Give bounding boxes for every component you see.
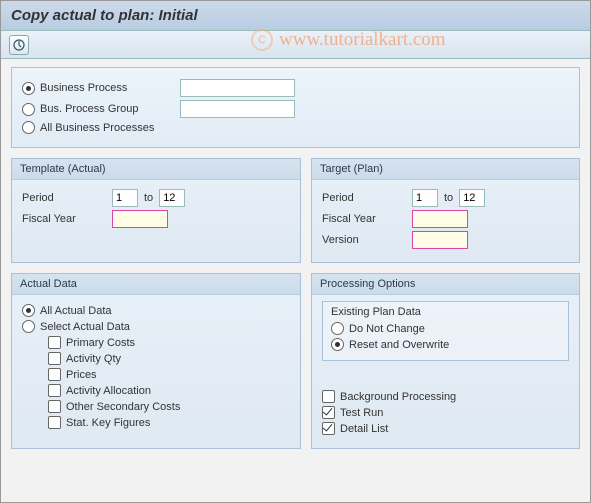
label-activity-allocation: Activity Allocation — [66, 385, 151, 397]
check-primary-costs[interactable] — [48, 336, 61, 349]
input-target-version[interactable] — [412, 231, 468, 249]
label-background-processing: Background Processing — [340, 391, 456, 403]
execute-button[interactable] — [9, 35, 29, 55]
label-target-version: Version — [322, 234, 412, 246]
label-business-process: Business Process — [40, 82, 180, 94]
label-template-period: Period — [22, 192, 112, 204]
label-other-secondary: Other Secondary Costs — [66, 401, 180, 413]
group-actual-data: Actual Data All Actual Data Select Actua… — [11, 273, 301, 449]
group-processing-title: Processing Options — [312, 274, 579, 295]
group-template-title: Template (Actual) — [12, 159, 300, 180]
check-other-secondary[interactable] — [48, 400, 61, 413]
input-template-period-to[interactable] — [159, 189, 185, 207]
input-template-fiscal-year[interactable] — [112, 210, 168, 228]
frame-existing-plan-data: Existing Plan Data Do Not Change Reset a… — [322, 301, 569, 361]
radio-all-business-processes[interactable] — [22, 121, 35, 134]
label-prices: Prices — [66, 369, 97, 381]
check-detail-list[interactable] — [322, 422, 335, 435]
group-processing-options: Processing Options Existing Plan Data Do… — [311, 273, 580, 449]
input-target-period-to[interactable] — [459, 189, 485, 207]
window-title: Copy actual to plan: Initial — [1, 1, 590, 31]
check-prices[interactable] — [48, 368, 61, 381]
label-reset-overwrite: Reset and Overwrite — [349, 339, 449, 351]
radio-bus-process-group[interactable] — [22, 103, 35, 116]
label-template-to: to — [144, 192, 153, 204]
label-template-fiscal-year: Fiscal Year — [22, 213, 112, 225]
label-select-actual-data: Select Actual Data — [40, 321, 130, 333]
input-business-process[interactable] — [180, 79, 295, 97]
label-primary-costs: Primary Costs — [66, 337, 135, 349]
label-stat-key: Stat. Key Figures — [66, 417, 150, 429]
group-target-plan: Target (Plan) Period to Fiscal Year Vers… — [311, 158, 580, 263]
label-target-to: to — [444, 192, 453, 204]
label-all-actual-data: All Actual Data — [40, 305, 112, 317]
radio-select-actual-data[interactable] — [22, 320, 35, 333]
group-template-actual: Template (Actual) Period to Fiscal Year — [11, 158, 301, 263]
label-all-business-processes: All Business Processes — [40, 122, 180, 134]
radio-reset-overwrite[interactable] — [331, 338, 344, 351]
label-bus-process-group: Bus. Process Group — [40, 103, 180, 115]
radio-all-actual-data[interactable] — [22, 304, 35, 317]
label-test-run: Test Run — [340, 407, 383, 419]
label-detail-list: Detail List — [340, 423, 388, 435]
selection-block: Business Process Bus. Process Group All … — [11, 67, 580, 148]
label-target-period: Period — [322, 192, 412, 204]
check-stat-key[interactable] — [48, 416, 61, 429]
label-activity-qty: Activity Qty — [66, 353, 121, 365]
label-do-not-change: Do Not Change — [349, 323, 425, 335]
toolbar — [1, 31, 590, 59]
group-target-title: Target (Plan) — [312, 159, 579, 180]
label-existing-plan-data: Existing Plan Data — [331, 306, 560, 318]
input-target-fiscal-year[interactable] — [412, 210, 468, 228]
execute-icon — [13, 39, 25, 51]
input-bus-process-group[interactable] — [180, 100, 295, 118]
radio-do-not-change[interactable] — [331, 322, 344, 335]
group-actual-title: Actual Data — [12, 274, 300, 295]
input-template-period-from[interactable] — [112, 189, 138, 207]
check-test-run[interactable] — [322, 406, 335, 419]
check-activity-allocation[interactable] — [48, 384, 61, 397]
check-activity-qty[interactable] — [48, 352, 61, 365]
label-target-fiscal-year: Fiscal Year — [322, 213, 412, 225]
radio-business-process[interactable] — [22, 82, 35, 95]
input-target-period-from[interactable] — [412, 189, 438, 207]
check-background-processing[interactable] — [322, 390, 335, 403]
